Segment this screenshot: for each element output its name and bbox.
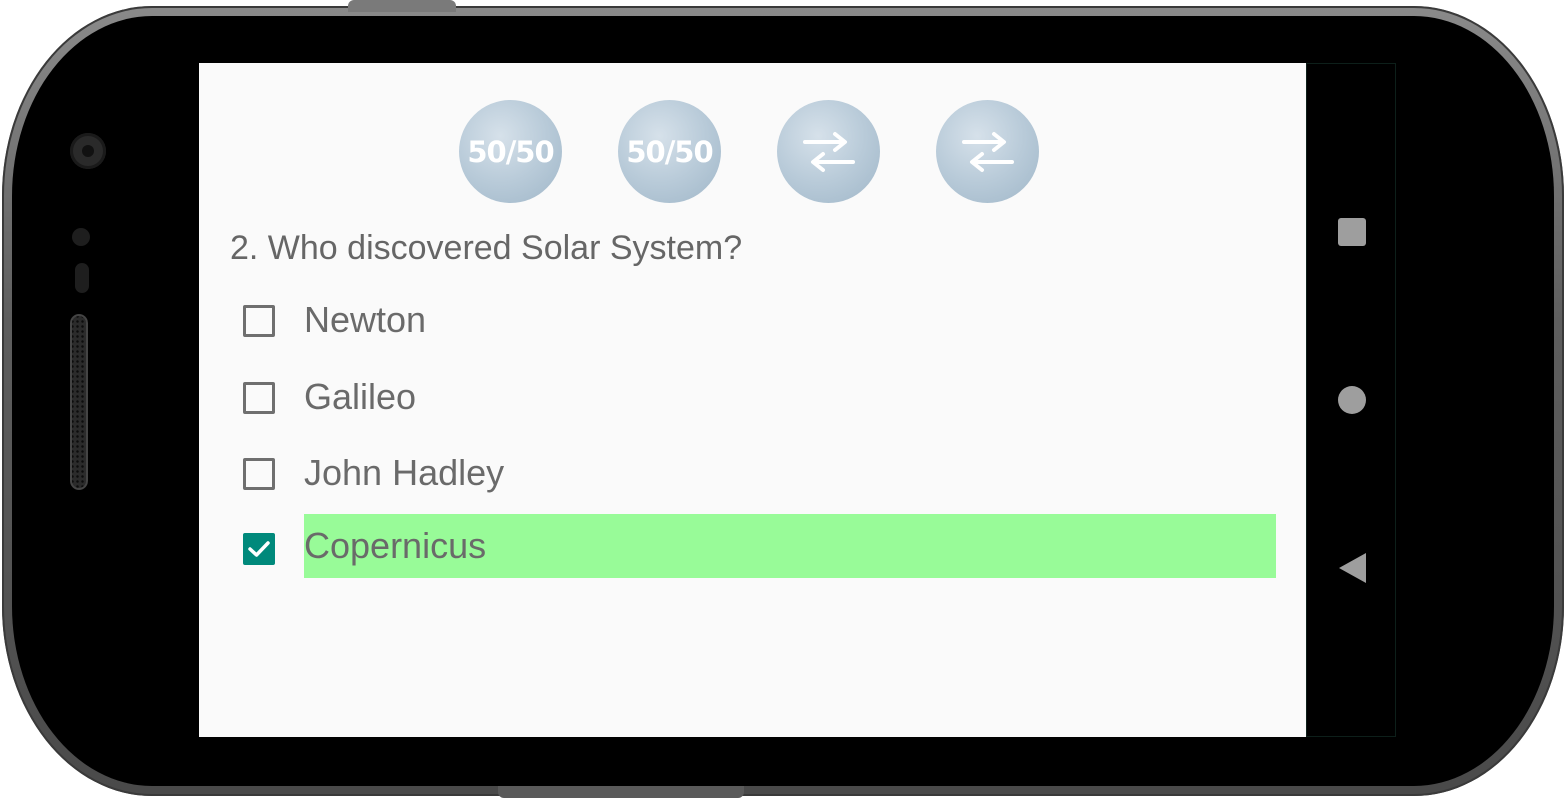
answer-checkbox-checked[interactable] [243, 533, 275, 565]
recents-button[interactable] [1307, 202, 1397, 262]
light-sensor-icon [75, 263, 89, 293]
fifty-fifty-label: 50/50 [467, 134, 554, 169]
swap-question-button[interactable] [936, 100, 1039, 203]
power-button [498, 786, 744, 798]
back-button[interactable] [1307, 538, 1397, 598]
swap-arrows-icon [802, 131, 855, 172]
square-icon [1338, 218, 1366, 246]
lifeline-bar: 50/50 50/50 [199, 100, 1306, 204]
volume-button [348, 0, 456, 12]
system-navigation-bar [1306, 63, 1396, 737]
question-text: 2. Who discovered Solar System? [230, 229, 743, 267]
swap-arrows-icon [961, 131, 1014, 172]
answer-label: Galileo [304, 376, 417, 417]
swap-question-button[interactable] [777, 100, 880, 203]
answer-option-selected[interactable]: Copernicus [199, 514, 1306, 578]
answer-option[interactable]: Galileo [199, 365, 1306, 429]
speaker-grille-icon [70, 314, 88, 490]
checkmark-icon [248, 541, 270, 557]
app-screen: 50/50 50/50 2. Who discovered Solar Syst… [199, 63, 1306, 737]
circle-icon [1338, 386, 1366, 414]
home-button[interactable] [1307, 370, 1397, 430]
correct-answer-label: Copernicus [304, 514, 1276, 578]
triangle-back-icon [1338, 553, 1366, 583]
fifty-fifty-button[interactable]: 50/50 [618, 100, 721, 203]
answer-checkbox[interactable] [243, 305, 275, 337]
answer-label: Newton [304, 299, 427, 340]
answer-label: John Hadley [304, 452, 505, 493]
answer-checkbox[interactable] [243, 458, 275, 490]
answer-option[interactable]: Newton [199, 288, 1306, 352]
front-camera-icon [70, 133, 106, 169]
fifty-fifty-label: 50/50 [626, 134, 713, 169]
fifty-fifty-button[interactable]: 50/50 [459, 100, 562, 203]
answer-checkbox[interactable] [243, 382, 275, 414]
answer-option[interactable]: John Hadley [199, 441, 1306, 505]
proximity-sensor-icon [72, 228, 90, 246]
